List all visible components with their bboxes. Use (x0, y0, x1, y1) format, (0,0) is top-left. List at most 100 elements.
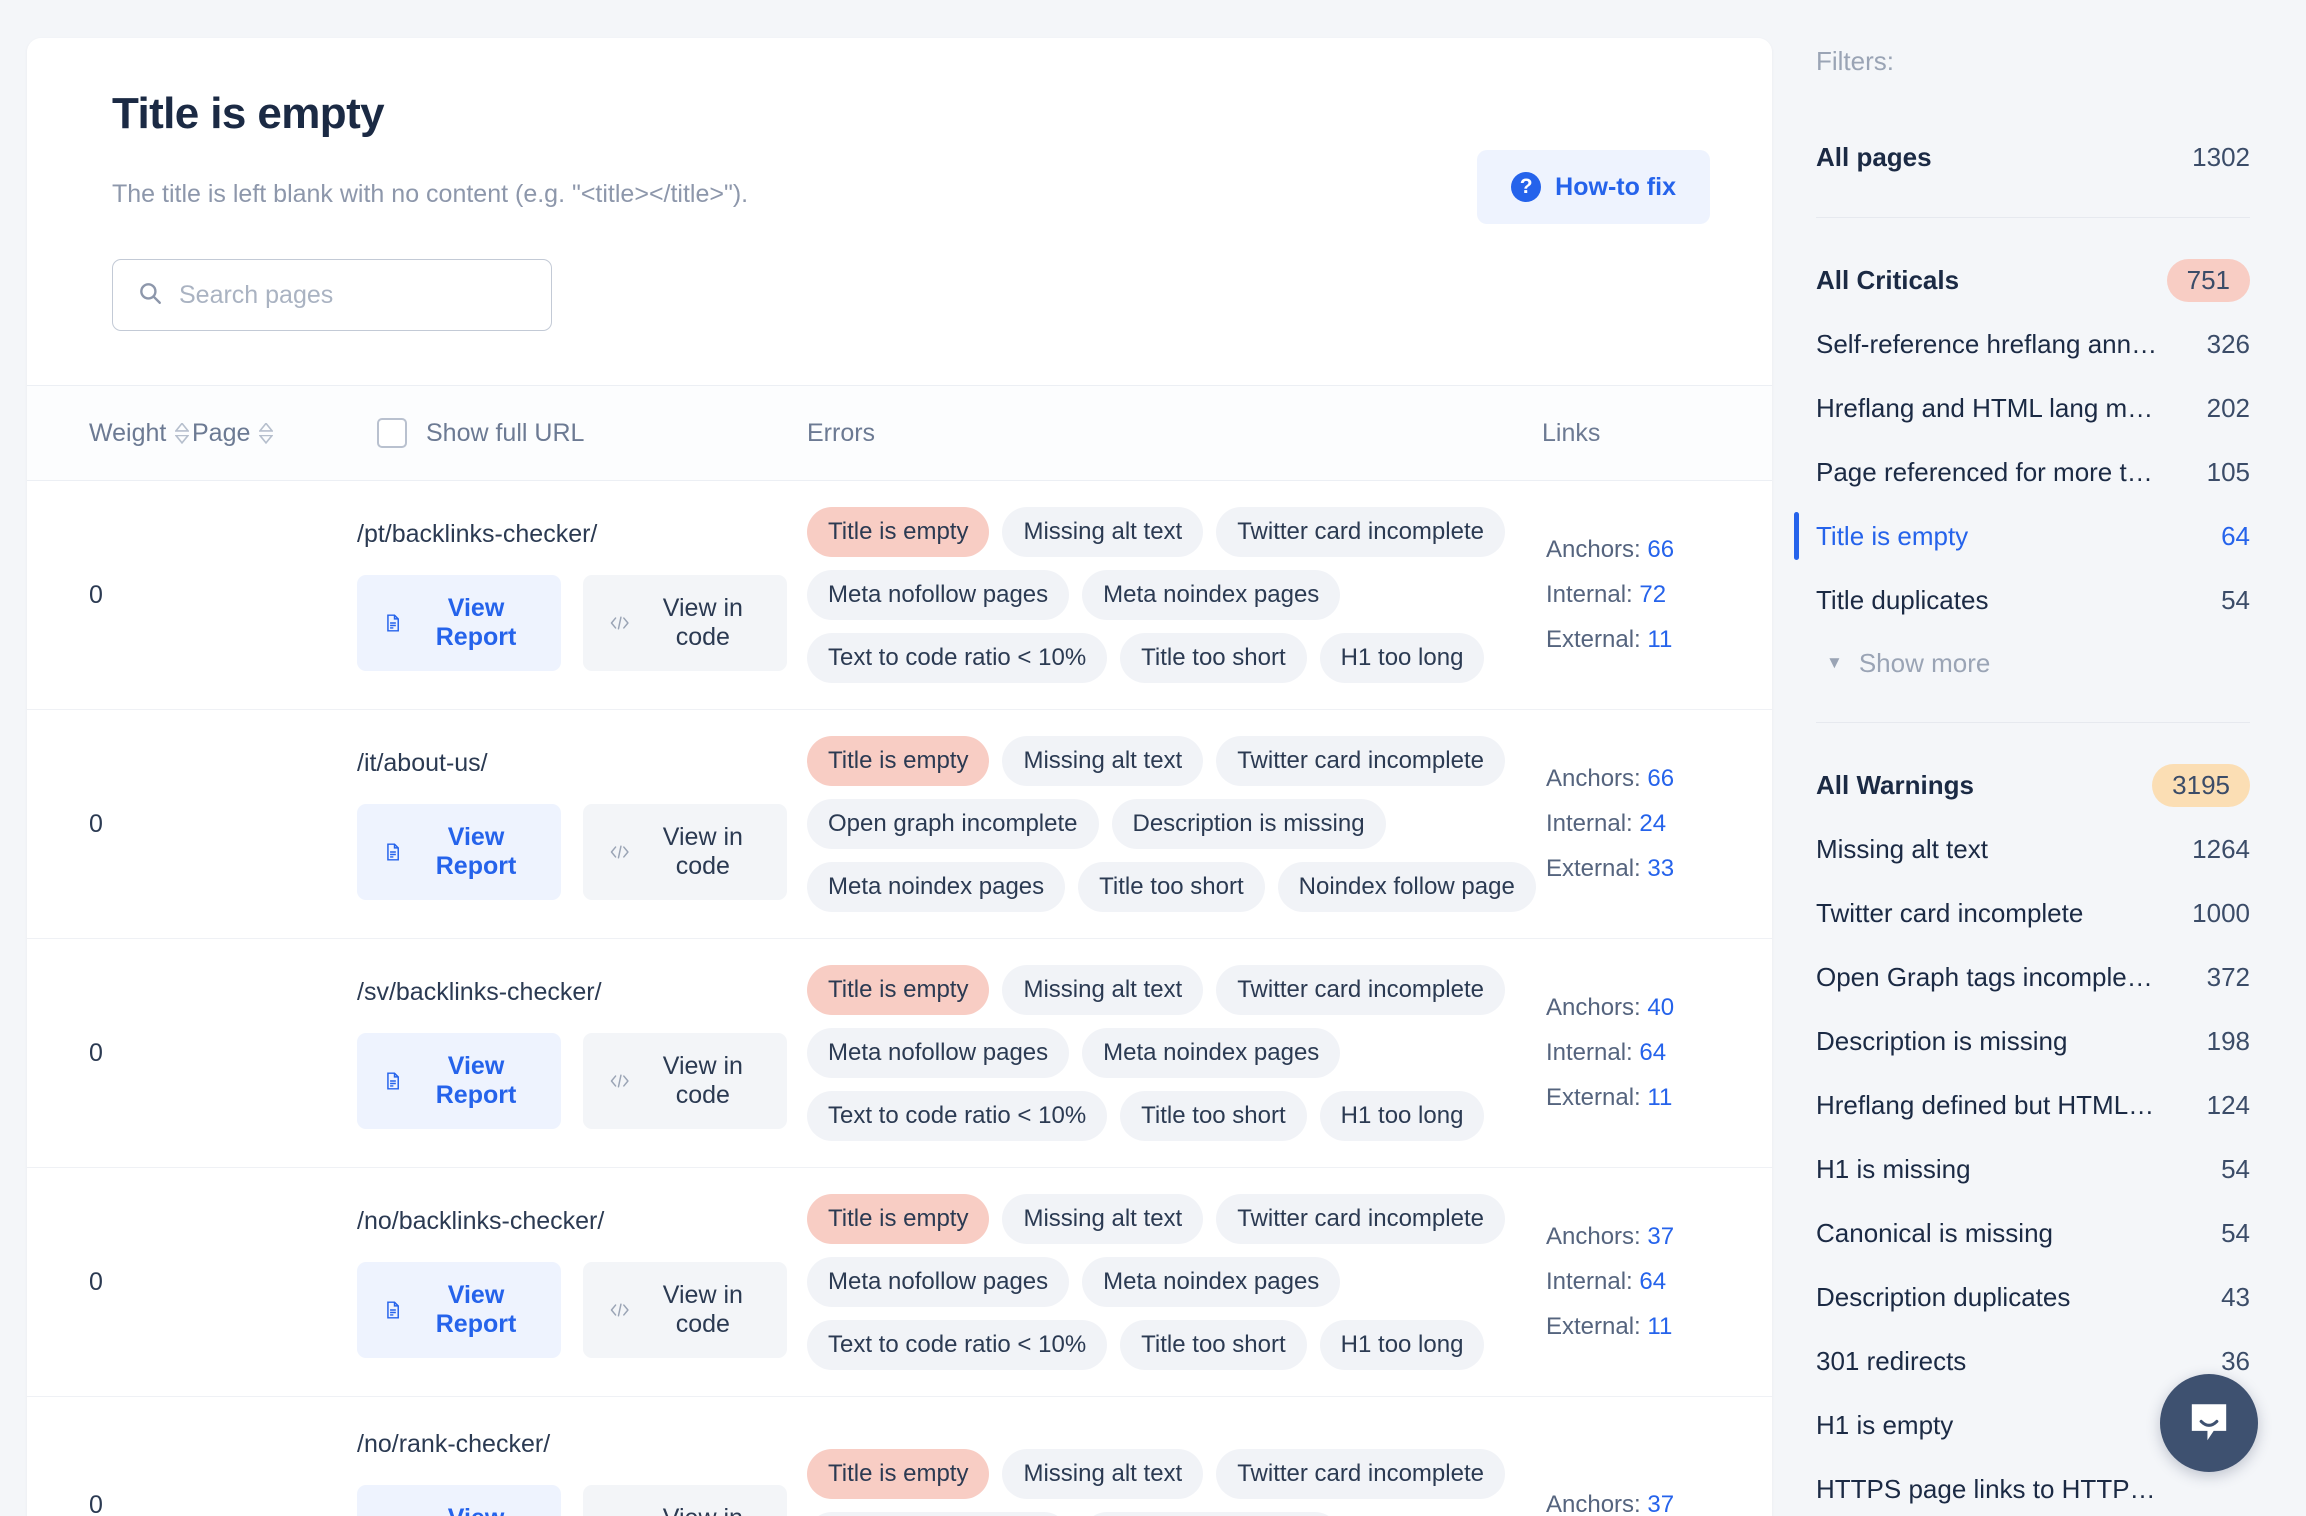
view-in-code-button[interactable]: View in code (583, 803, 787, 900)
cell-weight: 0 (89, 809, 103, 838)
sort-toggle-icon[interactable] (259, 422, 274, 444)
question-mark-icon: ? (1511, 172, 1542, 202)
error-pill[interactable]: Meta nofollow pages (807, 1257, 1070, 1308)
error-pill[interactable]: Twitter card incomplete (1216, 1194, 1505, 1245)
error-pill[interactable]: Missing alt text (1002, 736, 1204, 787)
link-stat-value[interactable]: 37 (1647, 1223, 1674, 1250)
error-pill[interactable]: Title is empty (807, 507, 990, 558)
column-header-page[interactable]: Page (192, 419, 377, 448)
view-report-button[interactable]: View Report (357, 1484, 562, 1516)
filter-item[interactable]: Description duplicates 43 (1816, 1265, 2250, 1329)
link-stat-value[interactable]: 37 (1647, 1491, 1674, 1516)
sort-toggle-icon[interactable] (175, 422, 190, 444)
table-row: 0 /sv/backlinks-checker/ View Report Vie… (27, 939, 1772, 1169)
link-stat-value[interactable]: 24 (1639, 810, 1666, 837)
search-input[interactable] (179, 280, 527, 310)
error-pill[interactable]: Missing alt text (1002, 965, 1204, 1016)
page-url[interactable]: /it/about-us/ (357, 749, 787, 778)
filter-count: 36 (2221, 1345, 2250, 1376)
error-pill[interactable]: Twitter card incomplete (1216, 736, 1505, 787)
filter-item[interactable]: Hreflang and HTML lang m… 202 (1816, 376, 2250, 440)
error-pill[interactable]: Twitter card incomplete (1216, 965, 1505, 1016)
error-pill[interactable]: Meta nofollow pages (807, 1511, 1070, 1516)
error-pill[interactable]: Text to code ratio < 10% (807, 633, 1108, 684)
error-pill[interactable]: Title too short (1120, 1091, 1307, 1142)
error-pill[interactable]: Title is empty (807, 1448, 990, 1499)
link-stat-value[interactable]: 11 (1647, 1313, 1672, 1340)
error-pill[interactable]: Noindex follow page (1277, 862, 1536, 913)
error-pill[interactable]: Twitter card incomplete (1216, 507, 1505, 558)
error-pill[interactable]: Title is empty (807, 1194, 990, 1245)
error-pill[interactable]: H1 too long (1319, 633, 1485, 684)
error-pill[interactable]: Text to code ratio < 10% (807, 1320, 1108, 1371)
filter-item[interactable]: Description is missing 198 (1816, 1009, 2250, 1073)
filter-item[interactable]: Twitter card incomplete 1000 (1816, 881, 2250, 945)
link-stat-value[interactable]: 72 (1639, 581, 1666, 608)
error-pill[interactable]: H1 too long (1319, 1320, 1485, 1371)
filter-item[interactable]: Title is empty 64 (1794, 504, 2250, 568)
error-pill[interactable]: Meta noindex pages (1082, 570, 1341, 621)
view-in-code-button[interactable]: View in code (583, 574, 787, 671)
link-stat-value[interactable]: 11 (1647, 1084, 1672, 1111)
link-stat-value[interactable]: 11 (1647, 626, 1672, 653)
filters-label: Filters: (1816, 46, 1894, 76)
error-pill[interactable]: Title too short (1120, 633, 1307, 684)
error-pill[interactable]: H1 too long (1319, 1091, 1485, 1142)
filter-all-warnings[interactable]: All Warnings 3195 (1816, 753, 2250, 817)
link-stat-value[interactable]: 66 (1647, 536, 1674, 563)
show-more-criticals[interactable]: ▼ Show more (1816, 632, 2250, 694)
view-in-code-label: View in code (662, 1051, 743, 1109)
error-pill[interactable]: Meta noindex pages (807, 862, 1066, 913)
view-in-code-button[interactable]: View in code (583, 1032, 787, 1129)
view-report-button[interactable]: View Report (357, 803, 562, 900)
error-pill[interactable]: Missing alt text (1002, 1448, 1204, 1499)
filter-item[interactable]: Hreflang defined but HTML… 124 (1816, 1073, 2250, 1137)
page-url[interactable]: /pt/backlinks-checker/ (357, 520, 787, 549)
view-report-button[interactable]: View Report (357, 1032, 562, 1129)
filter-item[interactable]: Self-reference hreflang ann… 326 (1816, 312, 2250, 376)
page-url[interactable]: /no/rank-checker/ (357, 1430, 787, 1459)
filter-item[interactable]: H1 is missing 54 (1816, 1137, 2250, 1201)
column-header-weight[interactable]: Weight (27, 419, 192, 448)
how-to-fix-button[interactable]: ? How-to fix (1477, 150, 1710, 224)
show-full-url-checkbox[interactable] (377, 418, 407, 449)
error-pill[interactable]: Title is empty (807, 965, 990, 1016)
error-pill[interactable]: Title is empty (807, 736, 990, 787)
page-url[interactable]: /no/backlinks-checker/ (357, 1207, 787, 1236)
link-stat-value[interactable]: 66 (1647, 765, 1674, 792)
error-pill[interactable]: Description is missing (1111, 799, 1386, 850)
error-pill[interactable]: Missing alt text (1002, 507, 1204, 558)
filter-all-criticals[interactable]: All Criticals 751 (1816, 248, 2250, 312)
filter-item[interactable]: Title duplicates 54 (1816, 568, 2250, 632)
error-pill[interactable]: Meta noindex pages (1082, 1257, 1341, 1308)
show-full-url-control[interactable]: Show full URL (377, 418, 807, 449)
filter-item[interactable]: Canonical is missing 54 (1816, 1201, 2250, 1265)
view-in-code-button[interactable]: View in code (583, 1484, 787, 1516)
error-pill[interactable]: Meta nofollow pages (807, 1028, 1070, 1079)
filter-name: HTTPS page links to HTTP… (1816, 1473, 2156, 1504)
link-stat-value[interactable]: 33 (1647, 855, 1674, 882)
error-pill[interactable]: Open graph incomplete (807, 799, 1099, 850)
filter-all-pages[interactable]: All pages 1302 (1816, 125, 2250, 189)
filter-item[interactable]: Open Graph tags incomple… 372 (1816, 945, 2250, 1009)
intercom-chat-button[interactable] (2160, 1374, 2258, 1472)
error-pill[interactable]: Meta nofollow pages (807, 570, 1070, 621)
view-report-button[interactable]: View Report (357, 1261, 562, 1358)
view-in-code-button[interactable]: View in code (583, 1261, 787, 1358)
filter-item[interactable]: Page referenced for more t… 105 (1816, 440, 2250, 504)
error-pill[interactable]: Text to code ratio < 10% (807, 1091, 1108, 1142)
filter-item[interactable]: Missing alt text 1264 (1816, 817, 2250, 881)
search-pages-box[interactable] (112, 259, 552, 332)
link-stat-internal: Internal: 24 (1546, 810, 1667, 838)
error-pill[interactable]: Twitter card incomplete (1216, 1448, 1505, 1499)
page-url[interactable]: /sv/backlinks-checker/ (357, 978, 787, 1007)
error-pill[interactable]: Title too short (1078, 862, 1265, 913)
link-stat-value[interactable]: 40 (1647, 994, 1674, 1021)
error-pill[interactable]: Meta noindex pages (1082, 1028, 1341, 1079)
link-stat-value[interactable]: 64 (1639, 1268, 1666, 1295)
error-pill[interactable]: Title too short (1120, 1320, 1307, 1371)
link-stat-value[interactable]: 64 (1639, 1039, 1666, 1066)
error-pill[interactable]: Missing alt text (1002, 1194, 1204, 1245)
error-pill[interactable]: Meta noindex pages (1082, 1511, 1341, 1516)
view-report-button[interactable]: View Report (357, 574, 562, 671)
